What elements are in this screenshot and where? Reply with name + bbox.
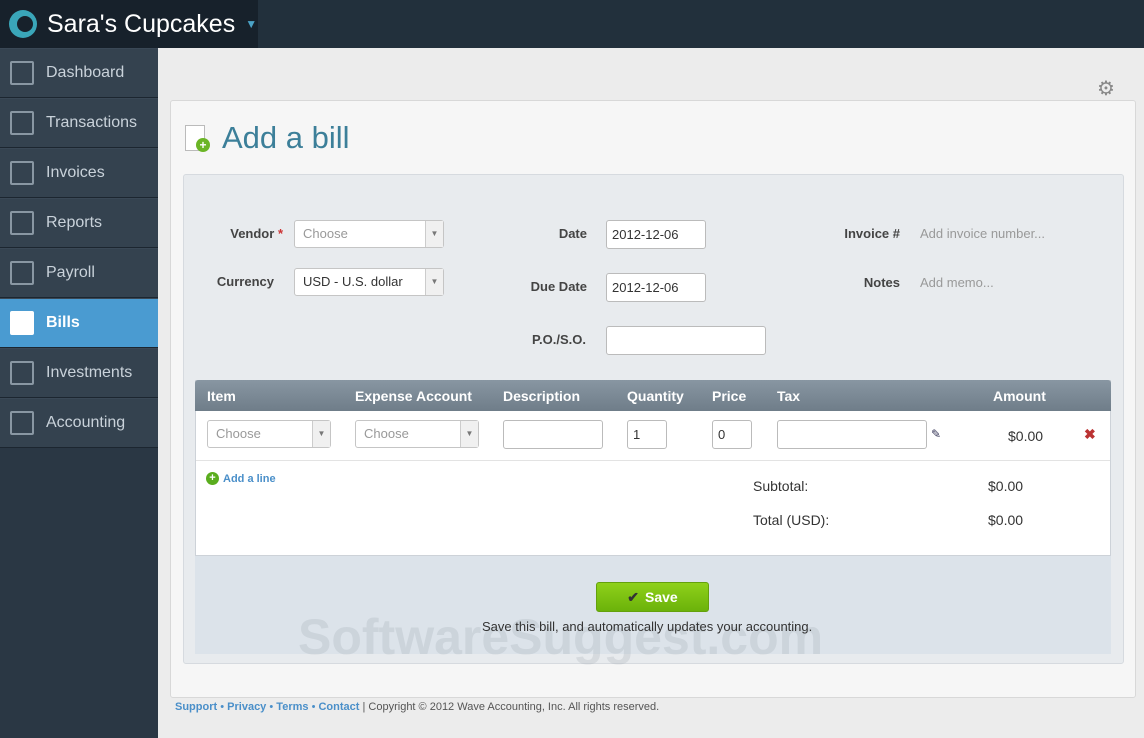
due-date-input[interactable]: 2012-12-06: [606, 273, 706, 302]
support-link[interactable]: Support: [175, 701, 217, 713]
terms-link[interactable]: Terms: [276, 701, 308, 713]
sidebar-item-bills[interactable]: Bills: [0, 298, 158, 348]
total-label: Total (USD):: [753, 512, 830, 528]
total-value: $0.00: [988, 512, 1024, 528]
copyright: | Copyright © 2012 Wave Accounting, Inc.…: [362, 701, 660, 713]
column-header-expense-account: Expense Account: [355, 388, 472, 404]
business-switcher[interactable]: Sara's Cupcakes ▼: [0, 0, 258, 48]
invoice-number-label: Invoice #: [844, 226, 900, 241]
save-button[interactable]: ✔ Save: [596, 582, 709, 612]
chevron-down-icon: ▼: [425, 221, 443, 247]
reports-icon: [10, 211, 34, 235]
sidebar-item-investments[interactable]: Investments: [0, 348, 158, 398]
subtotal-label: Subtotal:: [753, 478, 809, 494]
chevron-down-icon: ▼: [312, 421, 330, 447]
currency-select[interactable]: USD - U.S. dollar ▼: [294, 268, 444, 296]
footer: Support • Privacy • Terms • Contact | Co…: [175, 701, 660, 713]
notes-label: Notes: [863, 275, 900, 290]
pencil-icon[interactable]: ✎: [931, 427, 941, 441]
sidebar-item-accounting[interactable]: Accounting: [0, 398, 158, 448]
notes-input[interactable]: Add memo...: [920, 275, 994, 290]
tax-input[interactable]: [777, 420, 927, 449]
invoices-icon: [10, 161, 34, 185]
payroll-icon: [10, 261, 34, 285]
expense-account-select[interactable]: Choose ▼: [355, 420, 479, 448]
subtotal-value: $0.00: [988, 478, 1024, 494]
watermark: SoftwareSuggest.com: [298, 609, 824, 665]
wave-logo-icon: [9, 10, 37, 38]
sidebar-item-invoices[interactable]: Invoices: [0, 148, 158, 198]
bills-icon: [10, 311, 34, 335]
delete-row-icon[interactable]: ✖: [1084, 426, 1096, 443]
save-note: Save this bill, and automatically update…: [482, 619, 813, 634]
sidebar-item-dashboard[interactable]: Dashboard: [0, 48, 158, 98]
po-so-input[interactable]: [606, 326, 766, 355]
po-so-label: P.O./S.O.: [532, 332, 586, 347]
privacy-link[interactable]: Privacy: [227, 701, 266, 713]
accounting-icon: [10, 411, 34, 435]
dashboard-icon: [10, 61, 34, 85]
column-header-item: Item: [207, 388, 236, 404]
add-line-link[interactable]: + Add a line: [206, 472, 276, 485]
check-icon: ✔: [627, 588, 640, 605]
date-label: Date: [558, 226, 587, 241]
sidebar-item-label: Dashboard: [46, 64, 125, 81]
column-header-quantity: Quantity: [627, 388, 684, 404]
sidebar: Dashboard Transactions Invoices Reports …: [0, 48, 158, 738]
sidebar-item-label: Transactions: [46, 114, 137, 131]
column-header-amount: Amount: [993, 388, 1046, 404]
sidebar-item-label: Payroll: [46, 264, 95, 281]
price-input[interactable]: 0: [712, 420, 752, 449]
quantity-input[interactable]: 1: [627, 420, 667, 449]
chevron-down-icon: ▼: [460, 421, 478, 447]
row-divider: [196, 460, 1110, 461]
add-bill-icon: [185, 125, 210, 152]
chevron-down-icon: ▼: [425, 269, 443, 295]
page-title: Add a bill: [222, 120, 350, 155]
contact-link[interactable]: Contact: [318, 701, 359, 713]
sidebar-item-payroll[interactable]: Payroll: [0, 248, 158, 298]
vendor-label: Vendor *: [230, 226, 283, 241]
sidebar-item-reports[interactable]: Reports: [0, 198, 158, 248]
column-header-description: Description: [503, 388, 581, 404]
currency-label: Currency: [216, 274, 274, 289]
add-icon: +: [206, 472, 219, 485]
gear-icon[interactable]: ⚙: [1097, 76, 1115, 101]
description-input[interactable]: [503, 420, 603, 449]
sidebar-item-transactions[interactable]: Transactions: [0, 98, 158, 148]
due-date-label: Due Date: [530, 279, 587, 294]
date-input[interactable]: 2012-12-06: [606, 220, 706, 249]
invoice-number-input[interactable]: Add invoice number...: [920, 226, 1045, 241]
transactions-icon: [10, 111, 34, 135]
column-header-price: Price: [712, 388, 747, 404]
row-amount: $0.00: [1008, 428, 1044, 444]
sidebar-item-label: Invoices: [46, 164, 105, 181]
item-select[interactable]: Choose ▼: [207, 420, 331, 448]
column-header-tax: Tax: [777, 388, 801, 404]
sidebar-item-label: Reports: [46, 214, 103, 231]
sidebar-item-label: Investments: [46, 364, 133, 381]
investments-icon: [10, 361, 34, 385]
chevron-down-icon: ▼: [245, 17, 258, 31]
sidebar-item-label: Bills: [46, 314, 80, 331]
vendor-select[interactable]: Choose ▼: [294, 220, 444, 248]
business-name: Sara's Cupcakes: [47, 9, 236, 38]
sidebar-item-label: Accounting: [46, 414, 126, 431]
